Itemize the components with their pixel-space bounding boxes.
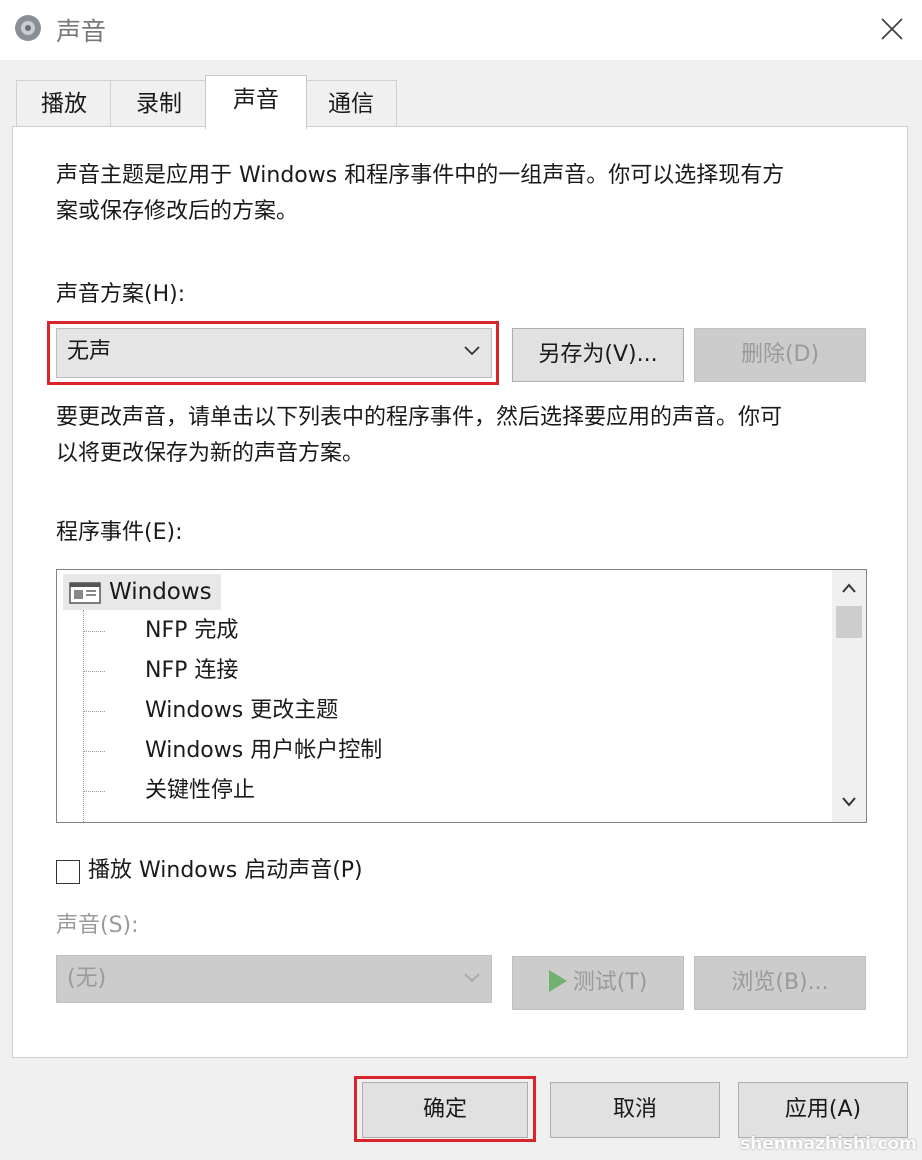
window-icon: [69, 582, 101, 604]
startup-sound-label[interactable]: 播放 Windows 启动声音(P): [88, 853, 363, 889]
browse-button[interactable]: 浏览(B)...: [694, 956, 866, 1010]
tab-recording[interactable]: 录制: [110, 80, 208, 127]
ok-button[interactable]: 确定: [362, 1082, 528, 1138]
list-item[interactable]: Windows 更改主题: [145, 691, 338, 731]
scheme-select-value: 无声: [67, 339, 112, 364]
list-item[interactable]: 关键性停止: [145, 771, 255, 811]
speaker-icon: [15, 15, 41, 41]
tree-root-label: Windows: [109, 579, 212, 605]
list-item[interactable]: NFP 连接: [145, 651, 238, 691]
events-scrollbar[interactable]: [832, 570, 866, 822]
watermark: shenmazhishi.com: [740, 1134, 917, 1154]
title-bar: 声音: [0, 0, 922, 60]
scroll-down-button[interactable]: [832, 788, 866, 818]
tree-connector: [83, 671, 105, 672]
test-button[interactable]: 测试(T): [512, 956, 684, 1010]
window-title: 声音: [56, 17, 107, 46]
play-icon: [548, 970, 567, 992]
tree-connector: [83, 631, 105, 632]
cancel-button[interactable]: 取消: [550, 1082, 720, 1138]
events-list[interactable]: Windows NFP 完成 NFP 连接 Windows 更改主题 Windo…: [56, 569, 867, 823]
test-button-label: 测试(T): [572, 970, 648, 995]
description-text: 声音主题是应用于 Windows 和程序事件中的一组声音。你可以选择现有方: [56, 163, 785, 188]
tree-connector: [83, 751, 105, 752]
instruction-text: 要更改声音，请单击以下列表中的程序事件，然后选择要应用的声音。你可: [56, 405, 783, 430]
chevron-down-icon: [842, 797, 856, 807]
scheme-label: 声音方案(H):: [56, 282, 186, 307]
list-item[interactable]: Windows 用户帐户控制: [145, 731, 382, 771]
tab-playback[interactable]: 播放: [16, 80, 112, 127]
sound-label: 声音(S):: [56, 913, 139, 938]
startup-sound-checkbox[interactable]: [56, 860, 80, 884]
close-icon: [881, 18, 903, 40]
save-as-button[interactable]: 另存为(V)...: [512, 328, 684, 382]
chevron-up-icon: [842, 583, 856, 593]
apply-button[interactable]: 应用(A): [738, 1082, 908, 1138]
tree-connector: [83, 711, 105, 712]
delete-button[interactable]: 删除(D): [694, 328, 866, 382]
tree-root-windows[interactable]: Windows: [63, 574, 221, 610]
scroll-thumb[interactable]: [836, 606, 862, 638]
tab-sounds[interactable]: 声音: [205, 75, 307, 129]
list-item[interactable]: NFP 完成: [145, 611, 238, 651]
scroll-up-button[interactable]: [832, 574, 866, 604]
instruction-text-2: 以将更改保存为新的声音方案。: [56, 441, 365, 466]
chevron-down-icon: [464, 973, 480, 983]
close-button[interactable]: [866, 8, 918, 50]
events-label: 程序事件(E):: [56, 520, 183, 545]
chevron-down-icon: [464, 346, 480, 356]
tab-communications[interactable]: 通信: [305, 80, 397, 127]
sound-select[interactable]: (无): [56, 955, 492, 1003]
scheme-select[interactable]: 无声: [56, 328, 492, 378]
description-text-2: 案或保存修改后的方案。: [56, 199, 299, 224]
sound-select-value: (无): [67, 966, 107, 991]
tree-connector: [83, 791, 105, 792]
